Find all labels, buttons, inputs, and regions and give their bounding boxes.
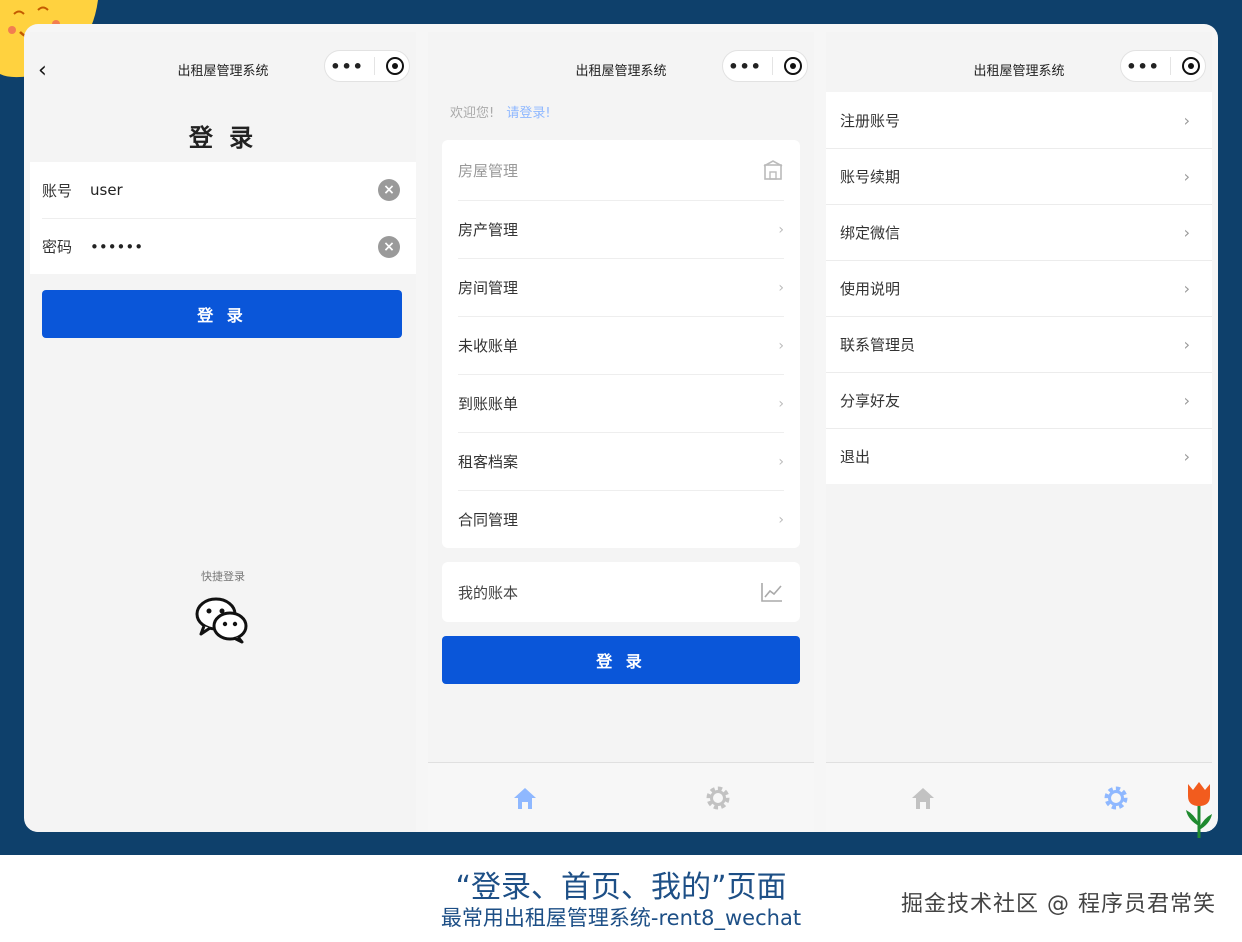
capsule-divider	[374, 57, 376, 75]
mine-item-bind-wechat[interactable]: 绑定微信 ›	[826, 204, 1212, 260]
account-book-card[interactable]: 我的账本	[442, 562, 800, 622]
welcome-line: 欢迎您! 请登录!	[450, 102, 551, 121]
mine-screen: 出租屋管理系统 ••• 注册账号 › 账号续期 › 绑定微信 › 使用说明 ›	[826, 32, 1212, 832]
mine-item-label: 账号续期	[840, 168, 901, 186]
account-book-label: 我的账本	[458, 583, 519, 602]
username-field[interactable]: user	[90, 181, 123, 199]
tab-settings-icon[interactable]	[704, 784, 732, 812]
chevron-right-icon: ›	[1183, 167, 1190, 186]
password-row: 密码 •••••• ×	[42, 218, 416, 274]
tab-home-icon[interactable]	[909, 784, 937, 812]
login-button[interactable]: 登 录	[42, 290, 402, 338]
mine-menu-list: 注册账号 › 账号续期 › 绑定微信 › 使用说明 › 联系管理员 › 分享好友…	[826, 92, 1212, 484]
chevron-right-icon: ›	[778, 337, 784, 354]
tulip-decoration-icon	[1186, 782, 1212, 838]
chevron-right-icon: ›	[778, 221, 784, 238]
chevron-right-icon: ›	[778, 279, 784, 296]
tab-settings-icon[interactable]	[1102, 784, 1130, 812]
username-row: 账号 user ×	[30, 162, 416, 218]
login-screen: ‹ 出租屋管理系统 ••• 登 录 账号 user × 密码 •••••• × …	[30, 32, 416, 832]
chevron-right-icon: ›	[778, 511, 784, 528]
home-screen: 出租屋管理系统 ••• 欢迎您! 请登录! 房屋管理 房产管理 › 房间管理 ›…	[428, 32, 814, 832]
close-miniprogram-icon[interactable]	[1181, 57, 1200, 75]
building-icon	[763, 160, 783, 180]
mine-item-label: 联系管理员	[840, 336, 916, 354]
menu-item-label: 未收账单	[458, 337, 519, 355]
house-management-card: 房屋管理 房产管理 › 房间管理 › 未收账单 › 到账账单 › 租客档案 › …	[442, 140, 800, 548]
chevron-right-icon: ›	[1183, 447, 1190, 466]
home-login-button[interactable]: 登 录	[442, 636, 800, 684]
chevron-right-icon: ›	[1183, 391, 1190, 410]
username-label: 账号	[42, 181, 73, 200]
chevron-right-icon: ›	[1183, 335, 1190, 354]
chevron-right-icon: ›	[1183, 110, 1190, 130]
account-book-row: 我的账本	[442, 562, 800, 622]
mine-item-contact-admin[interactable]: 联系管理员 ›	[826, 316, 1212, 372]
quick-login-label: 快捷登录	[201, 570, 245, 583]
menu-item-label: 房间管理	[458, 279, 519, 297]
chevron-right-icon: ›	[778, 395, 784, 412]
capsule-divider	[772, 57, 774, 75]
mine-item-label: 退出	[840, 448, 871, 466]
mine-item-label: 使用说明	[840, 280, 901, 298]
capsule-divider	[1170, 57, 1172, 75]
clear-username-icon[interactable]: ×	[378, 179, 400, 201]
more-dots-icon[interactable]: •••	[728, 57, 762, 76]
menu-item-rooms[interactable]: 房间管理 ›	[458, 258, 784, 316]
menu-item-tenants[interactable]: 租客档案 ›	[458, 432, 784, 490]
wechat-login-icon[interactable]	[194, 596, 250, 644]
mine-item-share[interactable]: 分享好友 ›	[826, 372, 1212, 428]
tab-home-icon[interactable]	[511, 784, 539, 812]
login-heading: 登 录	[188, 124, 258, 152]
login-form: 账号 user × 密码 •••••• ×	[30, 162, 416, 274]
capsule-menu[interactable]: •••	[324, 50, 410, 82]
mine-item-renew[interactable]: 账号续期 ›	[826, 148, 1212, 204]
trend-chart-icon	[761, 583, 782, 602]
close-miniprogram-icon[interactable]	[783, 57, 802, 75]
house-section-title: 房屋管理	[458, 161, 519, 180]
menu-item-label: 到账账单	[458, 395, 519, 413]
menu-item-paid-bills[interactable]: 到账账单 ›	[458, 374, 784, 432]
mine-item-instructions[interactable]: 使用说明 ›	[826, 260, 1212, 316]
menu-item-property[interactable]: 房产管理 ›	[458, 200, 784, 258]
more-dots-icon[interactable]: •••	[330, 57, 364, 76]
mine-item-logout[interactable]: 退出 ›	[826, 428, 1212, 484]
password-field[interactable]: ••••••	[90, 238, 143, 256]
more-dots-icon[interactable]: •••	[1126, 57, 1160, 76]
mine-item-label: 绑定微信	[840, 224, 901, 242]
house-section-header: 房屋管理	[442, 140, 800, 200]
menu-item-label: 合同管理	[458, 511, 519, 529]
screens-frame: ‹ 出租屋管理系统 ••• 登 录 账号 user × 密码 •••••• × …	[24, 24, 1218, 832]
watermark: 掘金技术社区 @ 程序员君常笑	[901, 892, 1216, 917]
login-link[interactable]: 请登录!	[506, 106, 550, 121]
clear-password-icon[interactable]: ×	[378, 236, 400, 258]
menu-item-contracts[interactable]: 合同管理 ›	[458, 490, 784, 548]
menu-item-unpaid-bills[interactable]: 未收账单 ›	[458, 316, 784, 374]
mine-item-label: 注册账号	[840, 111, 901, 130]
capsule-menu[interactable]: •••	[1120, 50, 1206, 82]
tab-bar	[428, 762, 814, 832]
chevron-right-icon: ›	[1183, 279, 1190, 298]
mine-item-label: 分享好友	[840, 392, 901, 410]
password-label: 密码	[42, 238, 73, 256]
menu-item-label: 租客档案	[458, 453, 519, 471]
mine-item-register[interactable]: 注册账号 ›	[826, 92, 1212, 148]
tab-bar	[826, 762, 1212, 832]
chevron-right-icon: ›	[1183, 223, 1190, 242]
chevron-right-icon: ›	[778, 453, 784, 470]
menu-item-label: 房产管理	[458, 221, 519, 239]
close-miniprogram-icon[interactable]	[385, 57, 404, 75]
welcome-text: 欢迎您!	[450, 106, 495, 121]
capsule-menu[interactable]: •••	[722, 50, 808, 82]
